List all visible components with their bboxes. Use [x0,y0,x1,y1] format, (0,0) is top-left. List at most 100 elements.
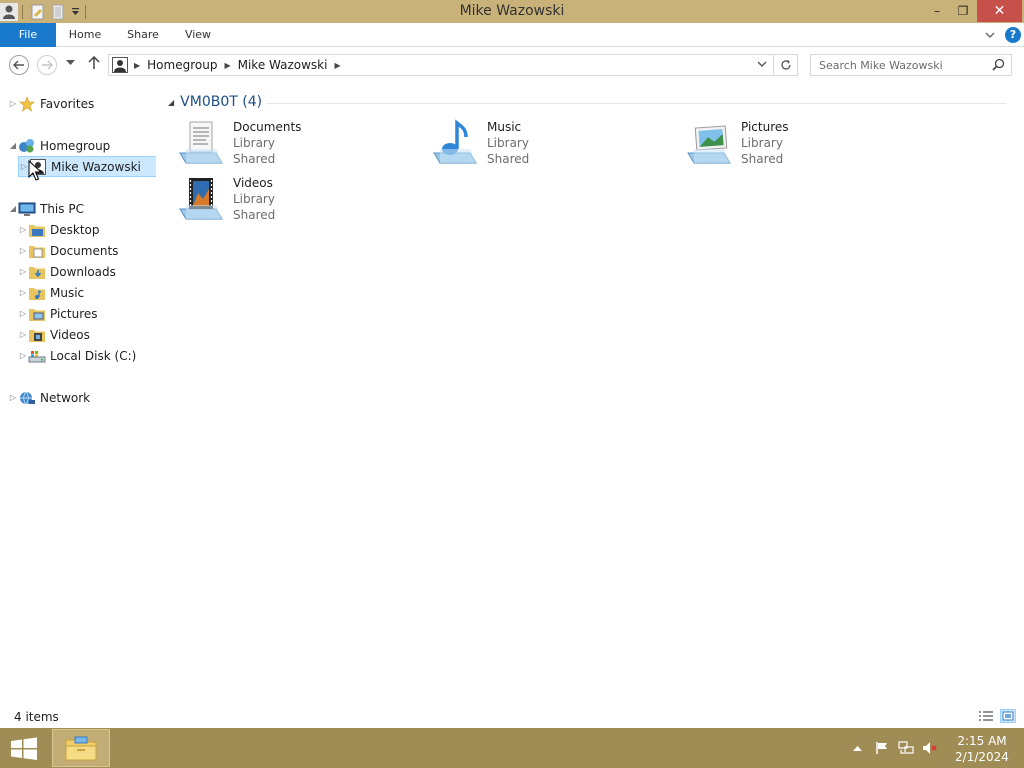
group-header[interactable]: ◢ VM0B0T (4) [168,94,262,110]
minimize-button[interactable]: – [925,0,949,22]
tree-label: This PC [40,201,84,216]
status-bar: 4 items [0,706,1024,728]
tree-item-downloads[interactable]: ▷ Downloads [18,261,116,282]
tile-status: Shared [741,152,784,166]
tab-home[interactable]: Home [60,23,110,47]
clock-time: 2:15 AM [957,734,1007,748]
expand-arrow-icon[interactable]: ▷ [18,309,28,318]
large-icons-view-icon[interactable] [1000,709,1016,723]
pictures-folder-icon [28,305,46,323]
tree-item-this-pc[interactable]: ◢ This PC [8,198,84,219]
tree-label: Videos [50,327,90,342]
tree-label: Network [40,390,91,405]
system-clock[interactable]: 2:15 AM 2/1/2024 [950,733,1014,765]
search-box[interactable] [810,54,1012,76]
tree-item-network[interactable]: ▷ Network [8,387,90,408]
refresh-icon[interactable] [773,55,797,75]
file-explorer-taskbar-button[interactable] [52,729,110,767]
windows-logo-icon[interactable] [8,736,40,762]
item-count: 4 items [14,710,59,724]
expand-arrow-icon[interactable]: ▷ [8,99,18,108]
details-view-icon[interactable] [978,709,994,723]
search-icon[interactable] [992,58,1005,74]
expand-arrow-icon[interactable]: ▷ [18,351,28,360]
tree-item-favorites[interactable]: ▷ Favorites [8,93,94,114]
search-input[interactable] [819,58,989,72]
content-pane: ◢ VM0B0T (4) Documents Library Shared Mu… [160,84,1024,706]
network-status-icon[interactable] [897,740,915,756]
flag-icon[interactable] [873,740,891,756]
back-arrow-icon[interactable] [9,55,29,75]
music-library-icon [429,118,481,170]
tile-name: Pictures [741,120,789,134]
tab-share[interactable]: Share [118,23,168,47]
address-history-dropdown-icon[interactable] [757,57,767,74]
tree-label: Documents [50,243,119,258]
breadcrumb-homegroup[interactable]: Homegroup [143,58,221,72]
title-bar: Mike Wazowski – ❐ ✕ [0,0,1024,23]
tree-label: Pictures [50,306,98,321]
group-title: VM0B0T (4) [180,94,263,110]
speaker-muted-icon[interactable] [921,740,939,756]
expand-arrow-icon[interactable]: ▷ [18,246,28,255]
tree-item-desktop[interactable]: ▷ Desktop [18,219,100,240]
breadcrumb-separator-icon[interactable]: ▶ [221,61,233,70]
address-bar[interactable]: ▶ Homegroup ▶ Mike Wazowski ▶ [108,54,798,76]
expand-arrow-icon[interactable]: ▷ [18,288,28,297]
tab-file[interactable]: File [0,23,56,47]
show-hidden-icons-icon[interactable] [850,740,864,756]
window-title: Mike Wazowski [459,3,565,19]
videos-library-icon [175,174,227,226]
tree-item-local-disk[interactable]: ▷ Local Disk (C:) [18,345,136,366]
taskbar: 2:15 AM 2/1/2024 [0,728,1024,768]
computer-icon [18,200,36,218]
tree-item-documents[interactable]: ▷ Documents [18,240,118,261]
expand-arrow-icon[interactable]: ▷ [8,393,18,402]
group-divider [266,103,1006,104]
library-tile-pictures[interactable]: Pictures Library Shared [683,118,923,170]
music-folder-icon [28,284,46,302]
recent-locations-dropdown-icon[interactable] [66,59,75,69]
tree-label: Desktop [50,222,100,237]
collapse-group-icon[interactable]: ◢ [168,98,174,107]
breadcrumb-mike-wazowski[interactable]: Mike Wazowski [234,58,332,72]
network-icon [18,389,36,407]
breadcrumb-separator-icon[interactable]: ▶ [131,61,143,70]
breadcrumb-separator-icon[interactable]: ▶ [331,61,343,70]
expand-arrow-icon[interactable]: ▷ [18,225,28,234]
collapse-arrow-icon[interactable]: ◢ [8,204,18,213]
help-button[interactable]: ? [1005,27,1021,43]
tree-label: Favorites [40,96,95,111]
tab-view[interactable]: View [174,23,222,47]
maximize-button[interactable]: ❐ [951,0,975,22]
videos-folder-icon [28,326,46,344]
tree-label: Downloads [50,264,116,279]
library-tile-music[interactable]: Music Library Shared [429,118,669,170]
tile-name: Documents [233,120,302,134]
tree-item-music[interactable]: ▷ Music [18,282,84,303]
library-tile-documents[interactable]: Documents Library Shared [175,118,415,170]
downloads-folder-icon [28,263,46,281]
expand-arrow-icon[interactable]: ▷ [18,267,28,276]
tree-label: Mike Wazowski [51,159,141,174]
pictures-library-icon [683,118,735,170]
forward-arrow-icon[interactable] [37,55,57,75]
up-arrow-icon[interactable] [88,55,100,74]
homegroup-user-icon [109,55,131,75]
desktop-folder-icon [28,221,46,239]
homegroup-icon [18,137,36,155]
clock-date: 2/1/2024 [955,750,1009,764]
close-button[interactable]: ✕ [977,0,1022,22]
navigation-pane: ▷ Favorites ◢ Homegroup ▷ Mike Wazowski … [0,84,160,706]
expand-ribbon-icon[interactable] [984,26,996,44]
file-explorer-icon [65,736,97,761]
expand-arrow-icon[interactable]: ▷ [18,330,28,339]
tile-name: Music [487,120,522,134]
star-icon [18,95,36,113]
tree-item-videos[interactable]: ▷ Videos [18,324,90,345]
tree-label: Local Disk (C:) [50,348,137,363]
tree-item-pictures[interactable]: ▷ Pictures [18,303,98,324]
tree-item-homegroup[interactable]: ◢ Homegroup [8,135,110,156]
collapse-arrow-icon[interactable]: ◢ [8,141,18,150]
library-tile-videos[interactable]: Videos Library Shared [175,174,415,226]
